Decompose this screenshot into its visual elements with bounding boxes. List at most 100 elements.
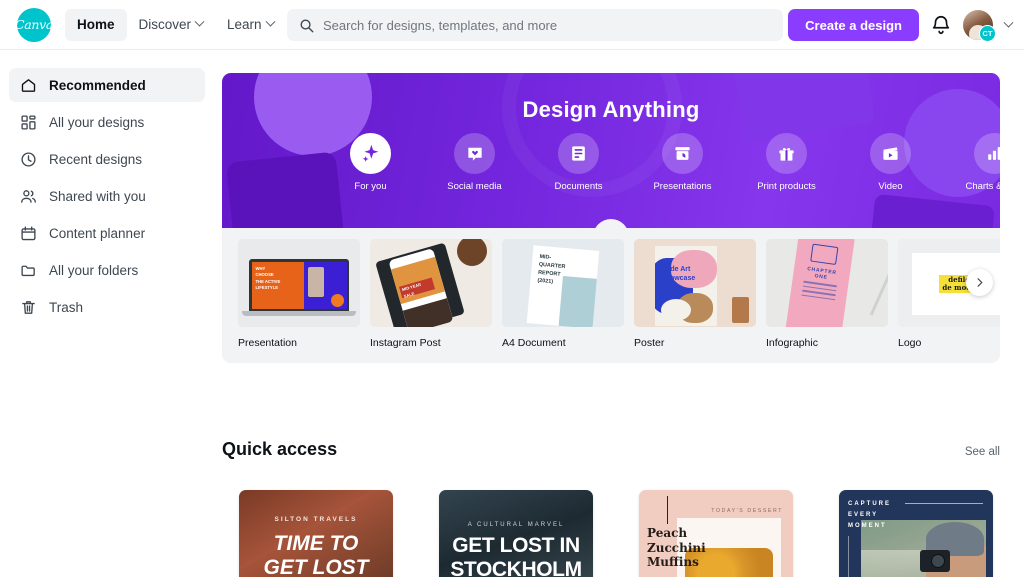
chat-heart-icon-container [454,133,495,174]
trash-icon [22,300,35,314]
template-label: A4 Document [502,337,566,349]
hero-category-for-you[interactable]: For you [334,133,407,192]
sidebar-item-content-planner[interactable]: Content planner [9,216,205,250]
hero-category-label: Video [878,181,903,192]
slide-left-panel: WHY CHOOSE THE ACTIVE LIFESTYLE [251,261,304,309]
sidebar-item-label: Recommended [49,77,146,93]
card-illustration-2 [869,193,995,228]
template-label: Poster [634,337,665,349]
create-a-design-button[interactable]: Create a design [788,9,919,41]
template-thumbnail: Pride Art Showcase [634,239,756,327]
sidebar: Recommended All your designs Recent desi… [0,50,214,577]
card-title-line-1: TIME TO [273,532,359,555]
hero-category-print-products[interactable]: Print products [750,133,823,192]
decorative-rule [667,496,669,524]
camera-lens [931,554,945,568]
template-thumbnail: WHY CHOOSE THE ACTIVE LIFESTYLE [238,239,360,327]
food-image [402,298,454,327]
hero-category-presentations[interactable]: Presentations [646,133,719,192]
laptop-screen: WHY CHOOSE THE ACTIVE LIFESTYLE [251,261,347,309]
hero-notch [593,219,629,228]
search-input[interactable] [323,17,753,33]
nav-item-home[interactable]: Home [65,8,127,41]
chevron-down-icon [265,16,276,27]
hero-category-label: Social media [447,181,502,192]
sidebar-item-label: Recent designs [49,151,143,167]
canva-logo-text: Canva [14,17,54,32]
sidebar-item-label: Content planner [49,225,146,241]
megaphone-illustration [225,151,345,228]
nav-item-discover[interactable]: Discover [127,9,216,41]
slide-line-4: LIFESTYLE [255,285,279,290]
search-bar[interactable] [287,9,783,41]
hero-panel: Design Anything For you Social media Doc… [222,73,1000,363]
poster-text: Pride Art Showcase [661,266,695,284]
card-title-line-3: Muffins [647,555,699,570]
hero-category-label: Documents [554,181,603,192]
account-chevron-down-icon[interactable] [1003,17,1014,28]
quick-access-card-peach-zucchini-muffins[interactable]: TODAY'S DESSERT Peach Zucchini Muffins T… [639,490,793,577]
avatar[interactable]: CT [963,10,996,42]
decorative-rule [905,503,983,504]
gift-icon [779,147,794,161]
main-content: Design Anything For you Social media Doc… [214,50,1024,577]
quick-access-card-capture-every-moment[interactable]: CAPTURE EVERY MOMENT [839,490,993,577]
bar-chart-icon-container [974,133,1000,174]
card-title: TIME TO GET LOST [239,532,393,577]
sparkle-icon-container [350,133,391,174]
laptop-base [242,311,356,316]
template-label: Infographic [766,337,818,349]
home-icon [21,78,36,92]
sidebar-item-shared-with-you[interactable]: Shared with you [9,179,205,213]
template-card-infographic[interactable]: CHAPTER ONE Infographic [766,239,888,363]
document-icon [572,146,585,161]
card-title-line-2: Zucchini [647,540,706,555]
hero-category-documents[interactable]: Documents [542,133,615,192]
quick-access-header: Quick access See all [222,439,1000,460]
sidebar-item-all-your-designs[interactable]: All your designs [9,105,205,139]
template-card-poster[interactable]: Pride Art Showcase Poster [634,239,756,363]
sidebar-item-all-your-folders[interactable]: All your folders [9,253,205,287]
hero-category-social-media[interactable]: Social media [438,133,511,192]
quick-access-title: Quick access [222,439,338,459]
carousel-next-button[interactable] [966,269,993,296]
template-thumbnail: MID- QUARTER REPORT (2021) [502,239,624,327]
hero-category-label: Print products [757,181,816,192]
nav-item-home-label: Home [77,17,115,32]
primary-nav: Home Discover Learn [65,8,286,41]
template-card-presentation[interactable]: WHY CHOOSE THE ACTIVE LIFESTYLE Presenta… [238,239,360,363]
hero-category-video[interactable]: Video [854,133,927,192]
see-all-link[interactable]: See all [965,446,1000,458]
sidebar-item-trash[interactable]: Trash [9,290,205,324]
template-card-a4-document[interactable]: MID- QUARTER REPORT (2021) A4 Document [502,239,624,363]
sidebar-item-label: Shared with you [49,188,146,204]
quick-access-card-time-to-get-lost[interactable]: SILTON TRAVELS TIME TO GET LOST Let's di… [239,490,393,577]
template-card-instagram-post[interactable]: MID-YEAR SALE Instagram Post [370,239,492,363]
sidebar-item-label: All your folders [49,262,139,278]
person-illustration [307,266,324,297]
sidebar-item-label: Trash [49,299,84,315]
card-eyebrow: CAPTURE EVERY MOMENT [848,499,891,532]
hero-category-charts-and-data[interactable]: Charts & data [958,133,1000,192]
card-eyebrow-line-2: EVERY [848,512,879,519]
hero-banner: Design Anything For you Social media Doc… [222,73,1000,228]
card-eyebrow: TODAY'S DESSERT [711,508,783,514]
sidebar-item-recent-designs[interactable]: Recent designs [9,142,205,176]
clapperboard-icon-container [870,133,911,174]
orange-dot [330,293,344,307]
chat-heart-icon [467,147,482,161]
template-carousel: WHY CHOOSE THE ACTIVE LIFESTYLE Presenta… [222,228,1000,363]
nav-item-learn[interactable]: Learn [215,9,286,41]
hero-category-label: Presentations [653,181,712,192]
sidebar-item-label: All your designs [49,114,145,130]
sidebar-item-recommended[interactable]: Recommended [9,68,205,102]
clapperboard-icon [883,147,898,160]
quick-access-card-get-lost-in-stockholm[interactable]: A CULTURAL MARVEL GET LOST IN STOCKHOLM … [439,490,593,577]
laptop-illustration: WHY CHOOSE THE ACTIVE LIFESTYLE [249,259,349,311]
presentation-icon [675,147,690,160]
canva-logo[interactable]: Canva [14,7,54,42]
bell-icon[interactable] [930,14,952,36]
document-icon-container [558,133,599,174]
presentation-icon-container [662,133,703,174]
template-card-logo[interactable]: defile de mode Logo [898,239,1000,363]
